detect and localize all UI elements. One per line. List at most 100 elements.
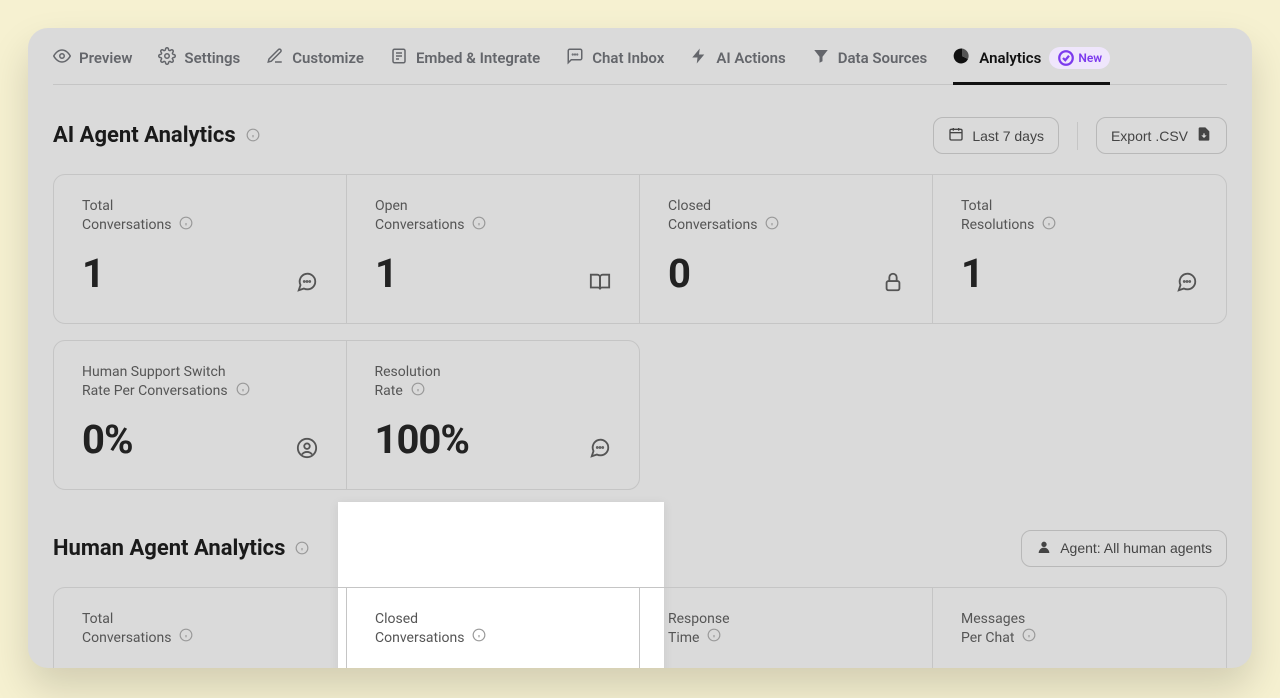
tab-bar: Preview Settings Customize Embed & Integ… [53,28,1227,85]
info-icon[interactable] [472,216,486,236]
card-total-resolutions[interactable]: Total Resolutions 1 [933,175,1226,323]
card-resolution-rate[interactable]: Resolution Rate 100% [347,341,640,489]
card-value: 0% [82,416,133,463]
tab-actions[interactable]: AI Actions [690,42,785,85]
tab-sources[interactable]: Data Sources [812,42,928,85]
info-icon[interactable] [472,628,486,648]
info-icon[interactable] [1042,216,1056,236]
ai-section-header: AI Agent Analytics Last 7 days Export .C… [53,117,1227,154]
card-title-line: Conversations [82,216,171,235]
card-value: 0 [375,662,397,668]
card-human-total-conversations[interactable]: Total Conversations 0 [54,588,347,668]
card-title-line: Per Chat [961,629,1014,648]
card-value: 100% [375,416,469,463]
export-label: Export .CSV [1111,128,1188,144]
date-range-button[interactable]: Last 7 days [933,117,1059,154]
user-circle-icon [296,437,318,463]
agent-filter-label: Agent: All human agents [1060,540,1212,556]
card-open-conversations[interactable]: Open Conversations 1 [347,175,640,323]
ai-section-title: AI Agent Analytics [53,123,260,148]
card-total-conversations[interactable]: Total Conversations 1 [54,175,347,323]
card-title-line: Conversations [668,216,757,235]
card-title-line: Messages [961,610,1198,629]
card-title-line: Total [82,197,318,216]
human-section-title: Human Agent Analytics [53,536,309,561]
card-title-line: Resolution [375,363,612,382]
tab-analytics[interactable]: Analytics New [953,42,1110,85]
date-range-label: Last 7 days [972,128,1044,144]
chat-icon [566,47,584,69]
tab-label: Data Sources [838,49,928,67]
card-title-line: Open [375,197,611,216]
info-icon[interactable] [179,628,193,648]
info-icon[interactable] [246,123,260,148]
info-icon[interactable] [707,628,721,648]
speech-bubble-icon [296,271,318,297]
info-icon[interactable] [1022,628,1036,648]
card-title-line: Rate Per Conversations [82,382,228,401]
card-human-switch-rate[interactable]: Human Support Switch Rate Per Conversati… [54,341,347,489]
book-open-icon [589,271,611,297]
info-icon[interactable] [411,382,425,402]
analytics-panel: Preview Settings Customize Embed & Integ… [28,28,1252,668]
card-value: 1 [82,250,104,297]
card-closed-conversations[interactable]: Closed Conversations 0 [640,175,933,323]
card-title-line: Conversations [375,216,464,235]
tab-label: AI Actions [716,49,785,67]
speech-bubble-icon [589,437,611,463]
tab-label: Settings [184,49,240,67]
ai-cards-row-1: Total Conversations 1 Open Conversations [53,174,1227,324]
export-csv-button[interactable]: Export .CSV [1096,117,1227,154]
calendar-icon [948,126,964,145]
card-value: 1 [375,250,397,297]
user-icon [1036,539,1052,558]
speech-bubble-icon [1176,271,1198,297]
card-messages-per-chat[interactable]: Messages Per Chat 0 [933,588,1226,668]
card-title-line: Total [82,610,318,629]
tab-label: Customize [292,49,364,67]
human-cards-row: Total Conversations 0 Closed Conversatio… [53,587,1227,668]
card-title-line: Closed [668,197,904,216]
pencil-icon [266,47,284,69]
agent-filter-button[interactable]: Agent: All human agents [1021,530,1227,567]
section-title-text: Human Agent Analytics [53,536,285,561]
info-icon[interactable] [295,536,309,561]
bolt-icon [690,47,708,69]
gear-icon [158,47,176,69]
eye-icon [53,47,71,69]
card-title-line: Response [668,610,904,629]
card-title-line: Conversations [375,629,464,648]
tab-customize[interactable]: Customize [266,42,364,85]
tab-label: Analytics [979,49,1041,67]
card-value: 0 [668,250,690,297]
card-value: 0 [82,662,104,668]
card-value: 0 [961,662,983,668]
card-title-line: Conversations [82,629,171,648]
card-value: 1 [961,250,983,297]
tab-label: Preview [79,49,132,67]
info-icon[interactable] [765,216,779,236]
info-icon[interactable] [236,382,250,402]
card-response-time[interactable]: Response Time 0 seconds [640,588,933,668]
tab-label: Chat Inbox [592,49,664,67]
card-title-line: Resolutions [961,216,1034,235]
tab-embed[interactable]: Embed & Integrate [390,42,540,85]
section-title-text: AI Agent Analytics [53,123,236,148]
info-icon[interactable] [179,216,193,236]
document-icon [390,47,408,69]
new-badge: New [1049,47,1110,69]
pie-chart-icon [953,47,971,69]
download-file-icon [1196,126,1212,145]
lock-icon [882,271,904,297]
tab-preview[interactable]: Preview [53,42,132,85]
tab-label: Embed & Integrate [416,49,540,67]
tab-inbox[interactable]: Chat Inbox [566,42,664,85]
card-title-line: Total [961,197,1198,216]
card-title-line: Time [668,629,699,648]
card-title-line: Closed [375,610,611,629]
card-title-line: Human Support Switch [82,363,318,382]
card-human-closed-conversations[interactable]: Closed Conversations 0 [347,588,640,668]
card-title-line: Rate [375,382,403,401]
ai-cards-row-2: Human Support Switch Rate Per Conversati… [53,340,1227,490]
tab-settings[interactable]: Settings [158,42,240,85]
